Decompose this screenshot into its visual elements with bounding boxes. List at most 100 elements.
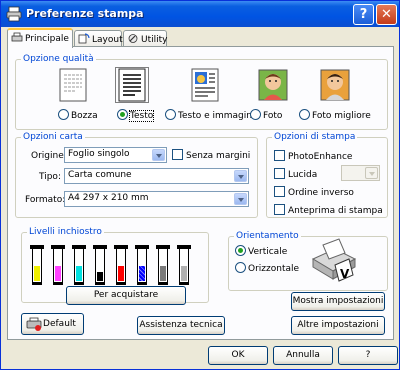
- photo-icon: [258, 69, 288, 101]
- ink-level-fill: [55, 266, 61, 281]
- landscape-radio[interactable]: [235, 262, 246, 273]
- other-settings-button[interactable]: Altre impostazioni: [291, 316, 385, 335]
- ink-level-fill: [97, 272, 103, 281]
- printer-reset-icon: [26, 317, 42, 331]
- landscape-label: Orizzontale: [248, 264, 300, 274]
- borderless-checkbox-option[interactable]: Senza margini: [172, 149, 250, 161]
- photoenhance-option[interactable]: PhotoEnhance: [274, 150, 352, 162]
- tab-principale[interactable]: Principale: [7, 28, 73, 48]
- ink-level-fill: [160, 266, 166, 281]
- ink-cartridge-base: [158, 282, 168, 285]
- ink-level-fill: [181, 266, 187, 281]
- gloss-option[interactable]: Lucida: [274, 168, 317, 180]
- paper-format-select[interactable]: A4 297 x 210 mm: [64, 191, 249, 207]
- text-document-icon: [115, 67, 149, 103]
- ink-cartridge: [135, 245, 149, 283]
- ink-cartridge: [72, 245, 86, 283]
- ink-cartridge-cap: [114, 245, 128, 249]
- quality-photo-label: Foto: [263, 111, 283, 121]
- gloss-checkbox[interactable]: [274, 168, 285, 179]
- photoenhance-label: PhotoEnhance: [288, 152, 353, 162]
- paper-options-legend: Opzioni carta: [23, 132, 83, 142]
- tech-support-button[interactable]: Assistenza tecnica: [137, 316, 225, 335]
- paper-type-select[interactable]: Carta comune: [64, 168, 249, 184]
- ink-cartridge: [51, 245, 65, 283]
- chevron-down-icon[interactable]: [152, 149, 165, 161]
- ink-cartridge-cap: [156, 245, 170, 249]
- quality-best-photo-option[interactable]: Foto migliore: [299, 109, 371, 121]
- help-button[interactable]: ?: [338, 346, 398, 365]
- draft-document-icon: [59, 68, 87, 102]
- portrait-radio[interactable]: [235, 245, 246, 256]
- ink-cartridge: [177, 245, 191, 283]
- quality-photo-option[interactable]: Foto: [250, 109, 282, 121]
- quality-text-option[interactable]: Testo: [117, 109, 155, 122]
- quality-text-image-radio[interactable]: [165, 109, 176, 120]
- ink-cartridge-base: [137, 282, 147, 285]
- print-preferences-window: Preferenze stampa ? ✕ Principale Layout …: [0, 0, 400, 370]
- title-help-button[interactable]: ?: [353, 4, 374, 25]
- quality-best-photo-radio[interactable]: [299, 109, 310, 120]
- ink-cartridge-cap: [93, 245, 107, 249]
- ink-cartridge-cap: [51, 245, 65, 249]
- borderless-label: Senza margini: [186, 151, 251, 161]
- gloss-label: Lucida: [288, 170, 318, 180]
- utility-icon: [128, 34, 138, 43]
- buy-ink-button[interactable]: Per acquistare: [66, 286, 186, 305]
- close-button[interactable]: ✕: [376, 4, 397, 25]
- photoenhance-checkbox[interactable]: [274, 150, 285, 161]
- chevron-down-icon[interactable]: [234, 193, 247, 205]
- portrait-label: Verticale: [248, 247, 288, 257]
- print-preview-option[interactable]: Anteprima di stampa: [274, 204, 383, 216]
- ok-button[interactable]: OK: [208, 346, 268, 365]
- layout-icon: [78, 33, 90, 44]
- title-bar: Preferenze stampa ? ✕: [1, 1, 399, 27]
- print-preview-checkbox[interactable]: [274, 204, 285, 215]
- chevron-down-icon: [365, 167, 378, 179]
- printer-icon: [6, 6, 22, 22]
- tab-principale-label: Principale: [25, 34, 69, 44]
- ink-cartridge: [114, 245, 128, 283]
- default-button-label: Default: [43, 319, 76, 329]
- window-title: Preferenze stampa: [26, 7, 144, 20]
- ink-cartridge: [30, 245, 44, 283]
- quality-draft-option[interactable]: Bozza: [58, 109, 98, 121]
- ink-level-fill: [76, 266, 82, 281]
- quality-photo-radio[interactable]: [250, 109, 261, 120]
- quality-text-label: Testo: [128, 110, 155, 122]
- best-photo-icon: [320, 69, 350, 101]
- ink-cartridge-base: [116, 282, 126, 285]
- format-label: Formato:: [25, 195, 66, 205]
- ink-cartridge-cap: [72, 245, 86, 249]
- tab-panel-principale: Opzione qualità Bozza Testo Testo e imma…: [7, 46, 394, 340]
- gloss-select: [341, 165, 380, 181]
- ink-cartridge-cap: [177, 245, 191, 249]
- tab-layout-label: Layout: [92, 35, 123, 45]
- cancel-button[interactable]: Annulla: [273, 346, 333, 365]
- svg-text:V: V: [340, 267, 350, 281]
- paper-type-value: Carta comune: [68, 170, 132, 180]
- printer-tab-icon: [11, 32, 23, 42]
- borderless-checkbox[interactable]: [172, 149, 183, 160]
- quality-text-image-option[interactable]: Testo e immagine: [165, 109, 258, 121]
- text-image-document-icon: [191, 68, 219, 102]
- reverse-order-checkbox[interactable]: [274, 186, 285, 197]
- landscape-option[interactable]: Orizzontale: [235, 262, 299, 274]
- print-options-legend: Opzioni di stampa: [274, 132, 356, 142]
- reverse-order-option[interactable]: Ordine inverso: [274, 186, 354, 198]
- quality-text-radio[interactable]: [117, 109, 128, 120]
- quality-draft-radio[interactable]: [58, 109, 69, 120]
- quality-draft-label: Bozza: [71, 111, 98, 121]
- type-label: Tipo:: [39, 172, 61, 182]
- ink-cartridge: [93, 245, 107, 283]
- ink-cartridges: [28, 235, 203, 287]
- quality-best-photo-label: Foto migliore: [312, 111, 371, 121]
- ink-level-fill: [34, 266, 40, 281]
- show-settings-button[interactable]: Mostra impostazioni: [291, 292, 385, 311]
- source-select[interactable]: Foglio singolo: [64, 147, 167, 163]
- portrait-option[interactable]: Verticale: [235, 245, 287, 257]
- default-button[interactable]: Default: [21, 313, 84, 335]
- chevron-down-icon[interactable]: [234, 170, 247, 182]
- orientation-legend: Orientamento: [236, 231, 299, 241]
- source-label: Origine:: [31, 151, 67, 161]
